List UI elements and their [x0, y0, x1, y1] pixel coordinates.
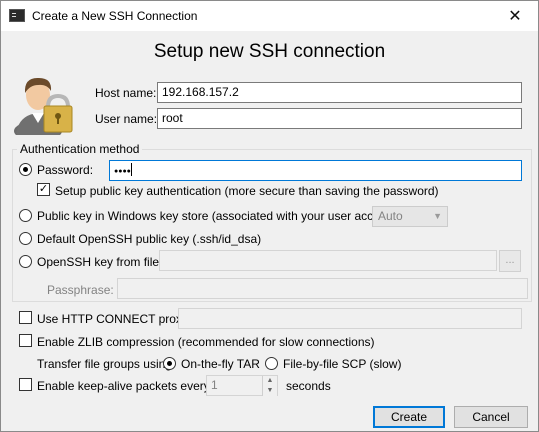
chevron-down-icon: ▼ [433, 211, 442, 221]
text-caret [130, 163, 132, 176]
transfer-tar-radio[interactable] [163, 357, 176, 370]
spin-down-icon[interactable]: ▼ [262, 386, 277, 396]
key-store-select-value: Auto [378, 209, 403, 223]
transfer-mode-label: Transfer file groups using: [37, 357, 176, 371]
keepalive-label: Enable keep-alive packets every: [37, 379, 214, 393]
user-name-field[interactable]: root [157, 108, 522, 129]
transfer-tar-label: On-the-fly TAR [181, 357, 260, 371]
window-title: Create a New SSH Connection [32, 9, 198, 23]
openssh-file-radio[interactable] [19, 255, 32, 268]
close-icon[interactable]: ✕ [492, 1, 538, 31]
setup-pubkey-label: Setup public key authentication (more se… [55, 184, 439, 198]
authentication-legend: Authentication method [17, 142, 143, 156]
create-button[interactable]: Create [373, 406, 445, 428]
windows-key-store-label: Public key in Windows key store (associa… [37, 209, 401, 223]
transfer-scp-label: File-by-file SCP (slow) [283, 357, 402, 371]
setup-pubkey-checkbox[interactable]: ✓ [37, 183, 50, 196]
ssh-connection-dialog: Create a New SSH Connection ✕ Setup new … [0, 0, 539, 432]
default-openssh-label: Default OpenSSH public key (.ssh/id_dsa) [37, 232, 262, 246]
password-field[interactable]: ●●●● [109, 160, 522, 181]
keepalive-unit-label: seconds [286, 379, 331, 393]
openssh-file-path-field[interactable] [159, 250, 497, 271]
windows-key-store-radio[interactable] [19, 209, 32, 222]
host-name-label: Host name: [95, 86, 157, 100]
passphrase-label: Passphrase: [47, 283, 114, 297]
keepalive-checkbox[interactable] [19, 378, 32, 391]
openssh-file-label: OpenSSH key from file: [37, 255, 163, 269]
password-radio[interactable] [19, 163, 32, 176]
key-store-select[interactable]: Auto ▼ [372, 206, 448, 227]
keepalive-interval-value: 1 [211, 378, 218, 392]
spin-up-icon[interactable]: ▲ [262, 376, 277, 386]
zlib-checkbox[interactable] [19, 334, 32, 347]
http-proxy-field[interactable] [178, 308, 522, 329]
browse-key-file-button[interactable]: ... [499, 250, 521, 272]
http-proxy-checkbox[interactable] [19, 311, 32, 324]
terminal-icon [9, 9, 25, 22]
default-openssh-radio[interactable] [19, 232, 32, 245]
passphrase-field[interactable] [117, 278, 528, 299]
password-mask: ●●●● [114, 168, 131, 175]
user-lock-icon [14, 77, 73, 135]
transfer-scp-radio[interactable] [265, 357, 278, 370]
page-title: Setup new SSH connection [153, 41, 386, 62]
http-proxy-label: Use HTTP CONNECT proxy: [37, 312, 192, 326]
cancel-button[interactable]: Cancel [454, 406, 528, 428]
user-name-label: User name: [95, 112, 158, 126]
title-bar: Create a New SSH Connection ✕ [1, 1, 538, 31]
zlib-label: Enable ZLIB compression (recommended for… [37, 335, 375, 349]
password-label: Password: [37, 163, 94, 177]
host-name-field[interactable]: 192.168.157.2 [157, 82, 522, 103]
